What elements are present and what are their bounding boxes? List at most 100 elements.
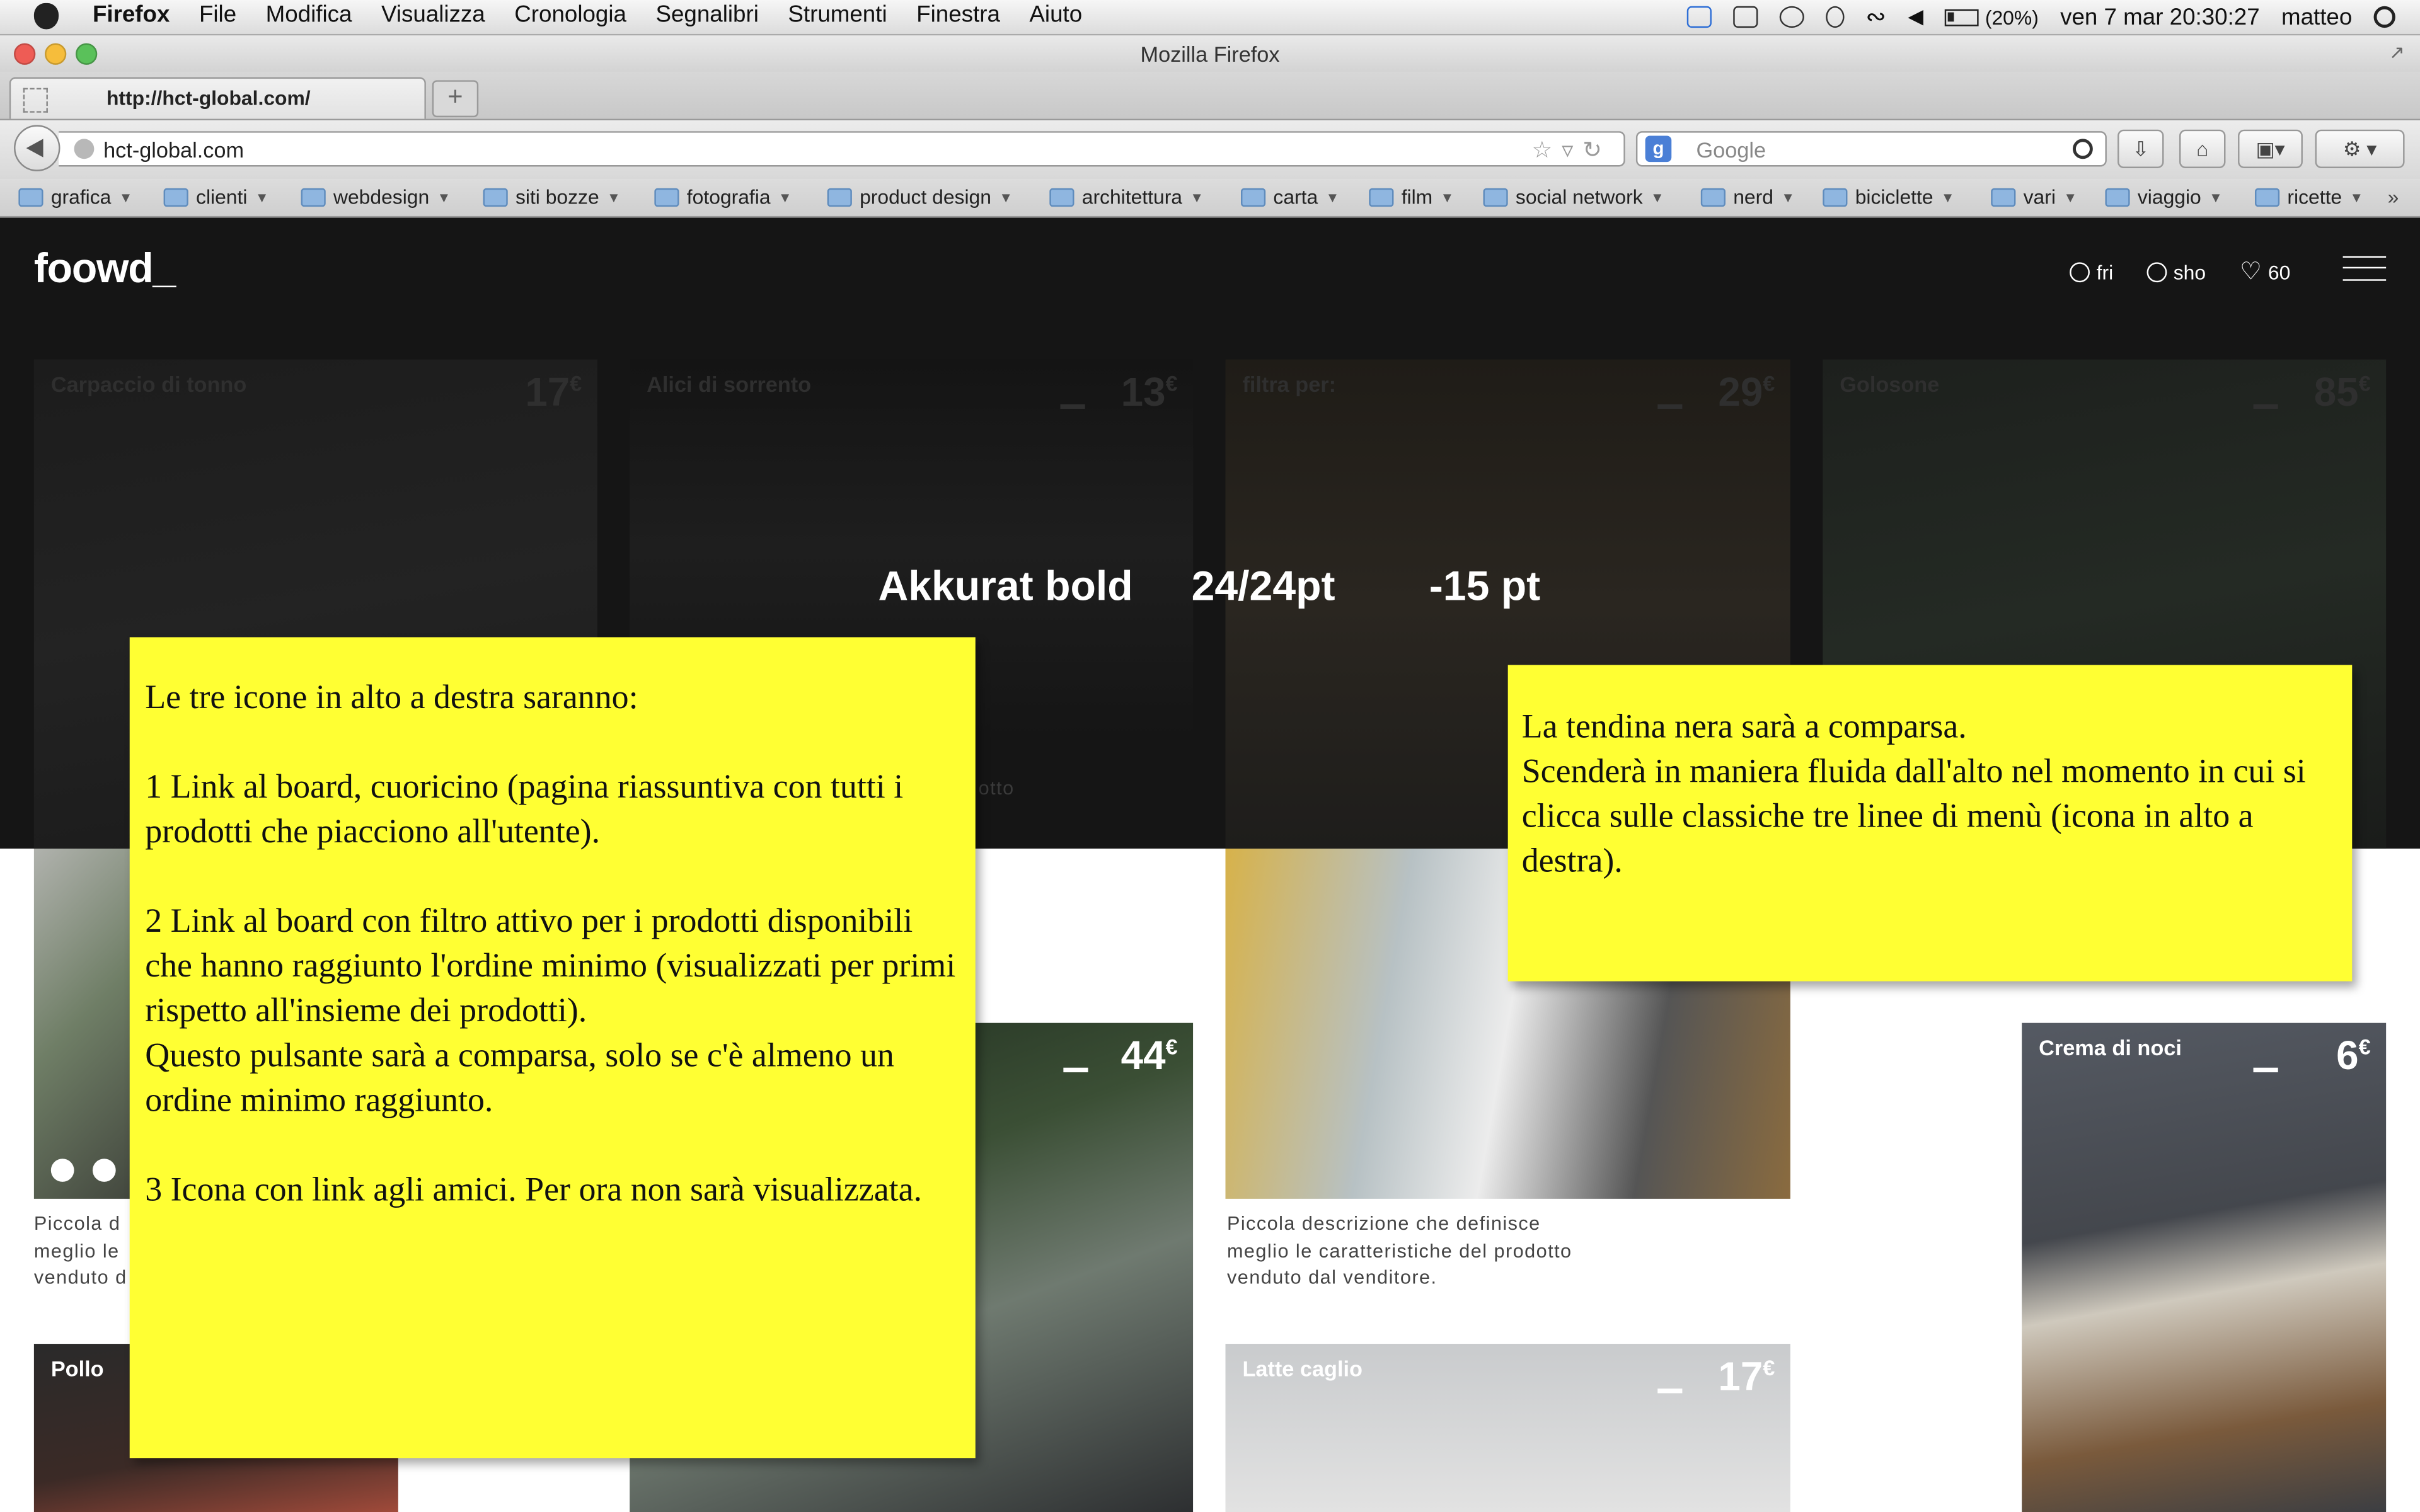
search-bar[interactable]: g Google [1635, 131, 2107, 167]
bookmark-folder[interactable]: nerd ▼ [1700, 185, 1795, 209]
product-card-latte-caglio[interactable]: Latte caglio 17€ [1225, 1344, 1790, 1512]
bookmark-folder[interactable]: viaggio ▼ [2105, 185, 2223, 209]
remove-icon[interactable] [2253, 404, 2278, 409]
evernote-icon[interactable] [1732, 6, 1758, 28]
bookmark-label: nerd [1733, 185, 1773, 209]
wifi-icon[interactable]: ∾ [1865, 1, 1886, 32]
close-window-button[interactable] [14, 43, 36, 65]
remove-icon[interactable] [2253, 1067, 2278, 1073]
bookmark-folder[interactable]: webdesign ▼ [301, 185, 451, 209]
chevron-down-icon: ▼ [255, 189, 269, 205]
bookmark-folder[interactable]: siti bozze ▼ [483, 185, 621, 209]
bookmark-folder[interactable]: carta ▼ [1240, 185, 1339, 209]
bookmark-label: clienti [196, 185, 248, 209]
battery-status[interactable]: (20%) [1945, 6, 2039, 28]
bookmark-star-icon[interactable]: ☆ [1531, 137, 1562, 164]
product-card-crema-di-noci[interactable]: Crema di noci 6€ [2022, 1022, 2387, 1512]
menu-finestra[interactable]: Finestra [916, 1, 1000, 28]
url-bar-actions: ☆▿↻ [1531, 136, 1611, 164]
menu-app-name[interactable]: Firefox [93, 1, 170, 28]
remove-icon[interactable] [1657, 404, 1683, 409]
clock[interactable]: ven 7 mar 20:30:27 [2060, 4, 2260, 30]
product-name: Latte caglio [1242, 1356, 1363, 1381]
folder-icon [1240, 187, 1266, 206]
carousel-dot[interactable] [92, 1159, 116, 1182]
desc-line: venduto d [33, 1266, 127, 1288]
navigation-toolbar: hct-global.com ☆▿↻ g Google ⇩ ⌂ ▣▾ ⚙ ▾ [0, 120, 2420, 180]
bookmark-folder[interactable]: social network ▼ [1483, 185, 1664, 209]
dropbox-icon[interactable] [1686, 6, 1712, 28]
circle-icon [2147, 261, 2167, 282]
product-name: Pollo [50, 1356, 104, 1381]
product-description-partial: Piccola d meglio le venduto d [34, 1211, 127, 1292]
header-icons: fri sho ♡ 60 [2070, 256, 2290, 287]
bookmarks-overflow-icon[interactable]: » [2388, 185, 2399, 209]
user-name[interactable]: matteo [2281, 4, 2352, 30]
bookmark-folder[interactable]: grafica ▼ [18, 185, 132, 209]
chevron-down-icon: ▼ [1650, 189, 1664, 205]
remove-icon[interactable] [1063, 1067, 1088, 1073]
bookmark-folder[interactable]: film ▼ [1369, 185, 1454, 209]
tab-hct-global[interactable]: http://hct-global.com/ [9, 77, 426, 119]
bookmark-folder[interactable]: product design ▼ [827, 185, 1013, 209]
circle-icon [2070, 261, 2090, 282]
bookmark-folder[interactable]: clienti ▼ [163, 185, 269, 209]
menu-cronologia[interactable]: Cronologia [514, 1, 626, 28]
carousel-dot[interactable] [50, 1159, 74, 1182]
apple-icon[interactable] [33, 3, 59, 30]
bookmark-folder[interactable]: fotografia ▼ [654, 185, 792, 209]
volume-icon[interactable]: ◀ [1908, 4, 1923, 29]
note-text: Le tre icone in alto a destra saranno: [145, 677, 638, 716]
chevron-down-icon: ▼ [606, 189, 621, 205]
spotlight-icon[interactable] [2373, 6, 2395, 28]
menu-aiuto[interactable]: Aiuto [1029, 1, 1082, 28]
desc-line: Piccola descrizione che definisce [1226, 1212, 1541, 1235]
menu-strumenti[interactable]: Strumenti [788, 1, 887, 28]
chevron-down-icon: ▼ [2063, 189, 2078, 205]
bookmark-folder[interactable]: ricette ▼ [2254, 185, 2363, 209]
desc-line: Piccola d [33, 1212, 121, 1235]
menu-segnalibri[interactable]: Segnalibri [655, 1, 758, 28]
menu-modifica[interactable]: Modifica [266, 1, 352, 28]
extension-menu-button[interactable]: ⚙ ▾ [2315, 129, 2405, 168]
friends-label: fri [2096, 260, 2114, 284]
bookmark-folder[interactable]: biciclette ▼ [1823, 185, 1955, 209]
status-area: ∾ ◀ (20%) ven 7 mar 20:30:27 matteo [1686, 1, 2395, 32]
menu-visualizza[interactable]: Visualizza [381, 1, 485, 28]
folder-icon [483, 187, 508, 206]
board-link[interactable]: ♡ 60 [2240, 256, 2290, 287]
url-bar[interactable]: hct-global.com ☆▿↻ [59, 131, 1625, 167]
history-dropdown-icon[interactable]: ▿ [1562, 137, 1582, 164]
site-identity-icon[interactable] [74, 139, 95, 159]
bluetooth-icon[interactable] [1825, 6, 1845, 28]
typography-size-annotation: 24/24pt [1191, 563, 1335, 610]
search-icon[interactable] [2073, 139, 2093, 159]
bookmark-folder[interactable]: architettura ▼ [1049, 185, 1204, 209]
product-name: Alici di sorrento [647, 372, 812, 397]
battery-icon [1945, 8, 1979, 26]
screenshot-extension-button[interactable]: ▣▾ [2238, 129, 2303, 168]
friends-link[interactable]: fri [2070, 260, 2114, 284]
remove-icon[interactable] [1060, 404, 1085, 409]
bookmark-label: product design [860, 185, 991, 209]
zoom-window-button[interactable] [76, 43, 98, 65]
menu-file[interactable]: File [199, 1, 236, 28]
bookmark-label: fotografia [686, 185, 771, 209]
bookmark-folder[interactable]: vari ▼ [1991, 185, 2077, 209]
minimize-window-button[interactable] [45, 43, 67, 65]
downloads-button[interactable]: ⇩ [2118, 129, 2164, 168]
hamburger-menu-icon[interactable] [2342, 256, 2387, 281]
folder-icon [654, 187, 679, 206]
reload-icon[interactable]: ↻ [1582, 137, 1611, 164]
shop-filter-link[interactable]: sho [2147, 260, 2206, 283]
remove-icon[interactable] [1657, 1389, 1683, 1394]
time-machine-icon[interactable] [1779, 6, 1804, 28]
search-engine-icon[interactable]: g [1645, 135, 1672, 163]
home-button[interactable]: ⌂ [2179, 129, 2226, 168]
fullscreen-icon[interactable]: ↗ [2389, 42, 2411, 63]
new-tab-button[interactable]: + [432, 80, 479, 118]
note-text: Scenderà in maniera fluida dall'alto nel… [1521, 751, 2306, 879]
back-button[interactable] [14, 125, 60, 171]
site-logo[interactable]: foowd_ [34, 245, 176, 293]
tab-strip: http://hct-global.com/ + [0, 72, 2420, 121]
